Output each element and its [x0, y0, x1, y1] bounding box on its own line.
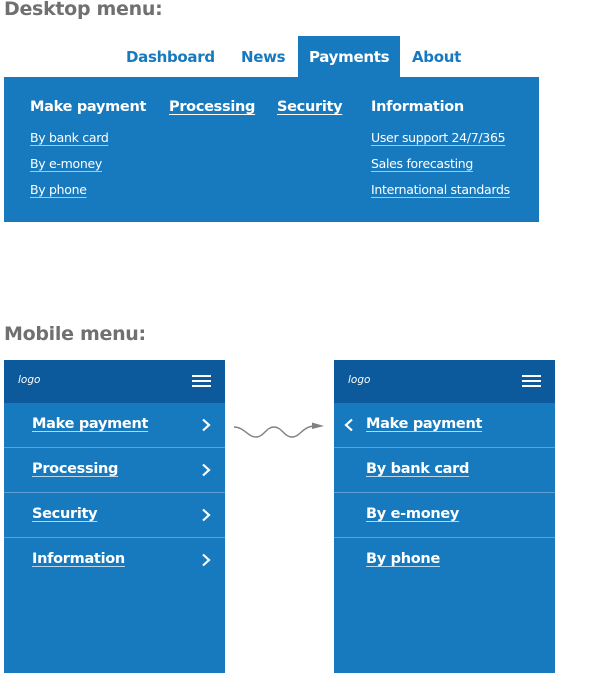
chevron-right-icon: [202, 418, 211, 432]
mobile-item-label: Make payment: [366, 416, 483, 432]
column-heading-information: Information: [371, 99, 464, 115]
chevron-left-icon[interactable]: [344, 418, 354, 432]
mobile-item-label: By bank card: [366, 461, 470, 477]
link-sales-forecasting[interactable]: Sales forecasting: [371, 156, 473, 171]
mobile-item-label: Security: [32, 506, 98, 522]
wavy-arrow-icon: [233, 422, 324, 438]
logo[interactable]: logo: [348, 374, 370, 386]
tab-news[interactable]: News: [230, 36, 296, 77]
mega-column-make-payment: Make payment By bank card By e-money By …: [30, 96, 146, 205]
link-international-standards[interactable]: International standards: [371, 182, 510, 197]
mobile-item-by-phone[interactable]: By phone: [334, 538, 555, 582]
mobile-item-label: By e-money: [366, 506, 460, 522]
link-user-support[interactable]: User support 24/7/365: [371, 130, 506, 145]
mobile-item-label: Processing: [32, 461, 119, 477]
tab-payments[interactable]: Payments: [298, 36, 401, 77]
mobile-back-item-make-payment[interactable]: Make payment: [334, 403, 555, 448]
link-by-bank-card[interactable]: By bank card: [30, 130, 109, 145]
mobile-item-label: By phone: [366, 551, 440, 567]
desktop-section-title: Desktop menu:: [4, 0, 163, 20]
mobile-section-title: Mobile menu:: [4, 323, 146, 345]
mega-column-processing: Processing: [169, 96, 255, 115]
mobile-item-information[interactable]: Information: [4, 538, 225, 582]
mega-column-security: Security: [277, 96, 343, 115]
logo[interactable]: logo: [18, 374, 40, 386]
tab-about[interactable]: About: [401, 36, 472, 77]
tab-dashboard[interactable]: Dashboard: [115, 36, 226, 77]
chevron-right-icon: [202, 463, 211, 477]
column-heading-make-payment: Make payment: [30, 99, 147, 115]
mobile-item-make-payment[interactable]: Make payment: [4, 403, 225, 448]
mobile-menu-submenu: logo Make payment By bank card By e-mone…: [334, 360, 555, 673]
link-processing[interactable]: Processing: [169, 99, 255, 115]
mobile-menu-main: logo Make payment Processing Security In…: [4, 360, 225, 673]
mobile-item-by-bank-card[interactable]: By bank card: [334, 448, 555, 493]
mobile-header: logo: [4, 360, 225, 403]
hamburger-icon[interactable]: [192, 375, 211, 388]
mobile-item-security[interactable]: Security: [4, 493, 225, 538]
mobile-item-processing[interactable]: Processing: [4, 448, 225, 493]
mobile-item-by-e-money[interactable]: By e-money: [334, 493, 555, 538]
link-by-phone[interactable]: By phone: [30, 182, 87, 197]
mobile-item-label: Information: [32, 551, 125, 567]
mobile-item-label: Make payment: [32, 416, 149, 432]
chevron-right-icon: [202, 553, 211, 567]
hamburger-icon[interactable]: [522, 375, 541, 388]
link-by-e-money[interactable]: By e-money: [30, 156, 102, 171]
chevron-right-icon: [202, 508, 211, 522]
mobile-header: logo: [334, 360, 555, 403]
payments-mega-menu: Make payment By bank card By e-money By …: [4, 77, 539, 222]
mega-column-information: Information User support 24/7/365 Sales …: [371, 96, 510, 205]
link-security[interactable]: Security: [277, 99, 343, 115]
